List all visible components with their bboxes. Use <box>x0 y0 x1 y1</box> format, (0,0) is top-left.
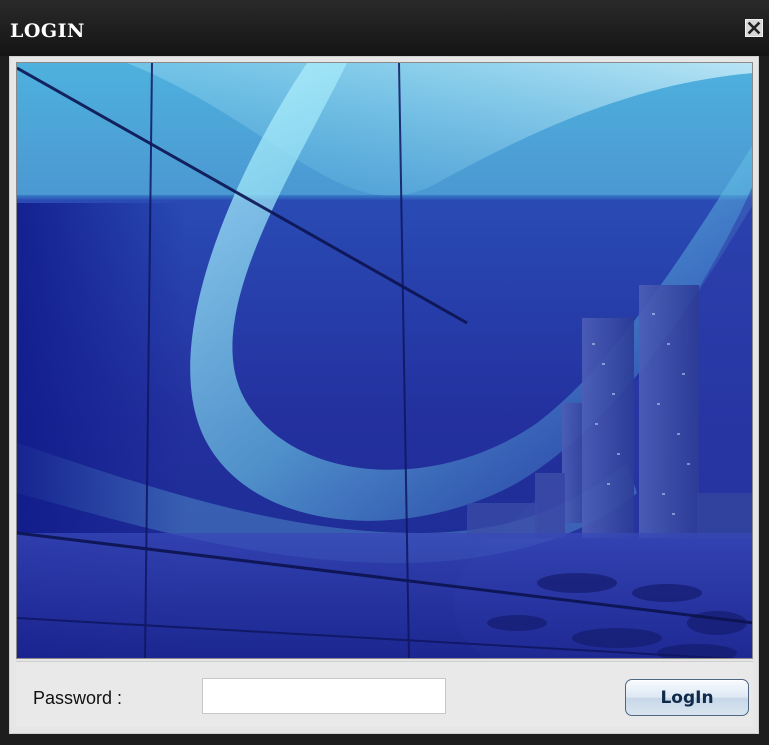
close-button[interactable] <box>745 19 763 37</box>
password-label: Password : <box>33 688 123 708</box>
window-title: LOGIN <box>10 20 85 42</box>
banner-image <box>16 62 753 659</box>
close-icon <box>747 21 761 35</box>
password-input[interactable] <box>202 678 446 714</box>
login-window: LOGIN Password: LogIn <box>0 0 769 745</box>
login-button[interactable]: LogIn <box>625 679 749 716</box>
login-bar: Password : LogIn <box>16 661 753 727</box>
city-skyline-banner-image <box>17 63 752 658</box>
content-frame: Password : LogIn <box>9 56 759 734</box>
title-bar: LOGIN <box>0 0 769 56</box>
